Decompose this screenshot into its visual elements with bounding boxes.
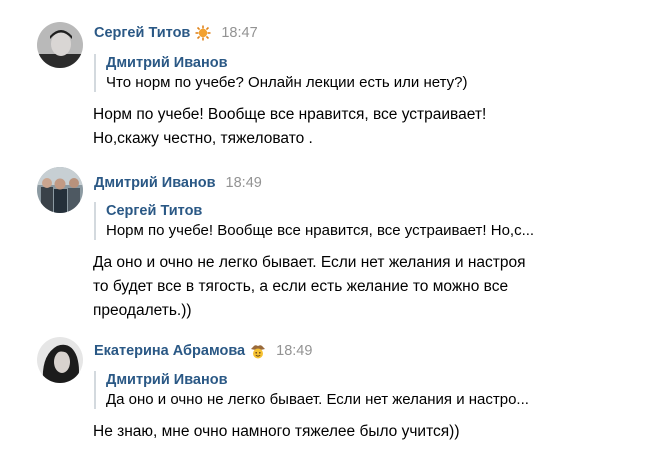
message-line: то будет все в тягость, а если есть жела… — [93, 278, 509, 295]
reply-quote[interactable]: Дмитрий Иванов Да оно и очно не легко бы… — [94, 371, 529, 409]
message-header: Екатерина Абрамова 18:49 — [94, 343, 312, 359]
author-name[interactable]: Сергей Титов — [94, 25, 190, 41]
message-time[interactable]: 18:47 — [221, 25, 257, 41]
avatar[interactable] — [37, 337, 83, 383]
message-header: Дмитрий Иванов 18:49 — [94, 175, 262, 191]
message-text: Не знаю, мне очно намного тяжелее было у… — [93, 420, 459, 444]
avatar[interactable] — [37, 167, 83, 213]
message-line: Да оно и очно не легко бывает. Если нет … — [93, 254, 526, 271]
message-line: преодалеть.)) — [93, 302, 192, 319]
message-line: Не знаю, мне очно намного тяжелее было у… — [93, 423, 460, 440]
author-name[interactable]: Дмитрий Иванов — [94, 175, 216, 191]
message-time[interactable]: 18:49 — [226, 175, 262, 191]
message-line: Но,скажу честно, тяжеловато . — [93, 130, 313, 147]
message-text: Да оно и очно не легко бывает. Если нет … — [93, 251, 526, 323]
quote-text: Что норм по учебе? Онлайн лекции есть ил… — [106, 74, 468, 91]
avatar[interactable] — [37, 22, 83, 68]
author-name[interactable]: Екатерина Абрамова — [94, 343, 245, 359]
message-header: Сергей Титов 18:47 — [94, 25, 258, 41]
quote-text: Норм по учебе! Вообще все нравится, все … — [106, 222, 535, 239]
quote-author[interactable]: Сергей Титов — [106, 202, 534, 221]
quote-text: Да оно и очно не легко бывает. Если нет … — [106, 391, 529, 408]
sun-badge-icon — [195, 25, 211, 41]
message-text: Норм по учебе! Вообще все нравится, все … — [93, 103, 486, 151]
quote-author[interactable]: Дмитрий Иванов — [106, 54, 467, 73]
cowboy-emoji-badge-icon — [250, 343, 266, 359]
reply-quote[interactable]: Дмитрий Иванов Что норм по учебе? Онлайн… — [94, 54, 467, 92]
reply-quote[interactable]: Сергей Титов Норм по учебе! Вообще все н… — [94, 202, 534, 240]
quote-author[interactable]: Дмитрий Иванов — [106, 371, 529, 390]
message-time[interactable]: 18:49 — [276, 343, 312, 359]
message-line: Норм по учебе! Вообще все нравится, все … — [93, 106, 487, 123]
